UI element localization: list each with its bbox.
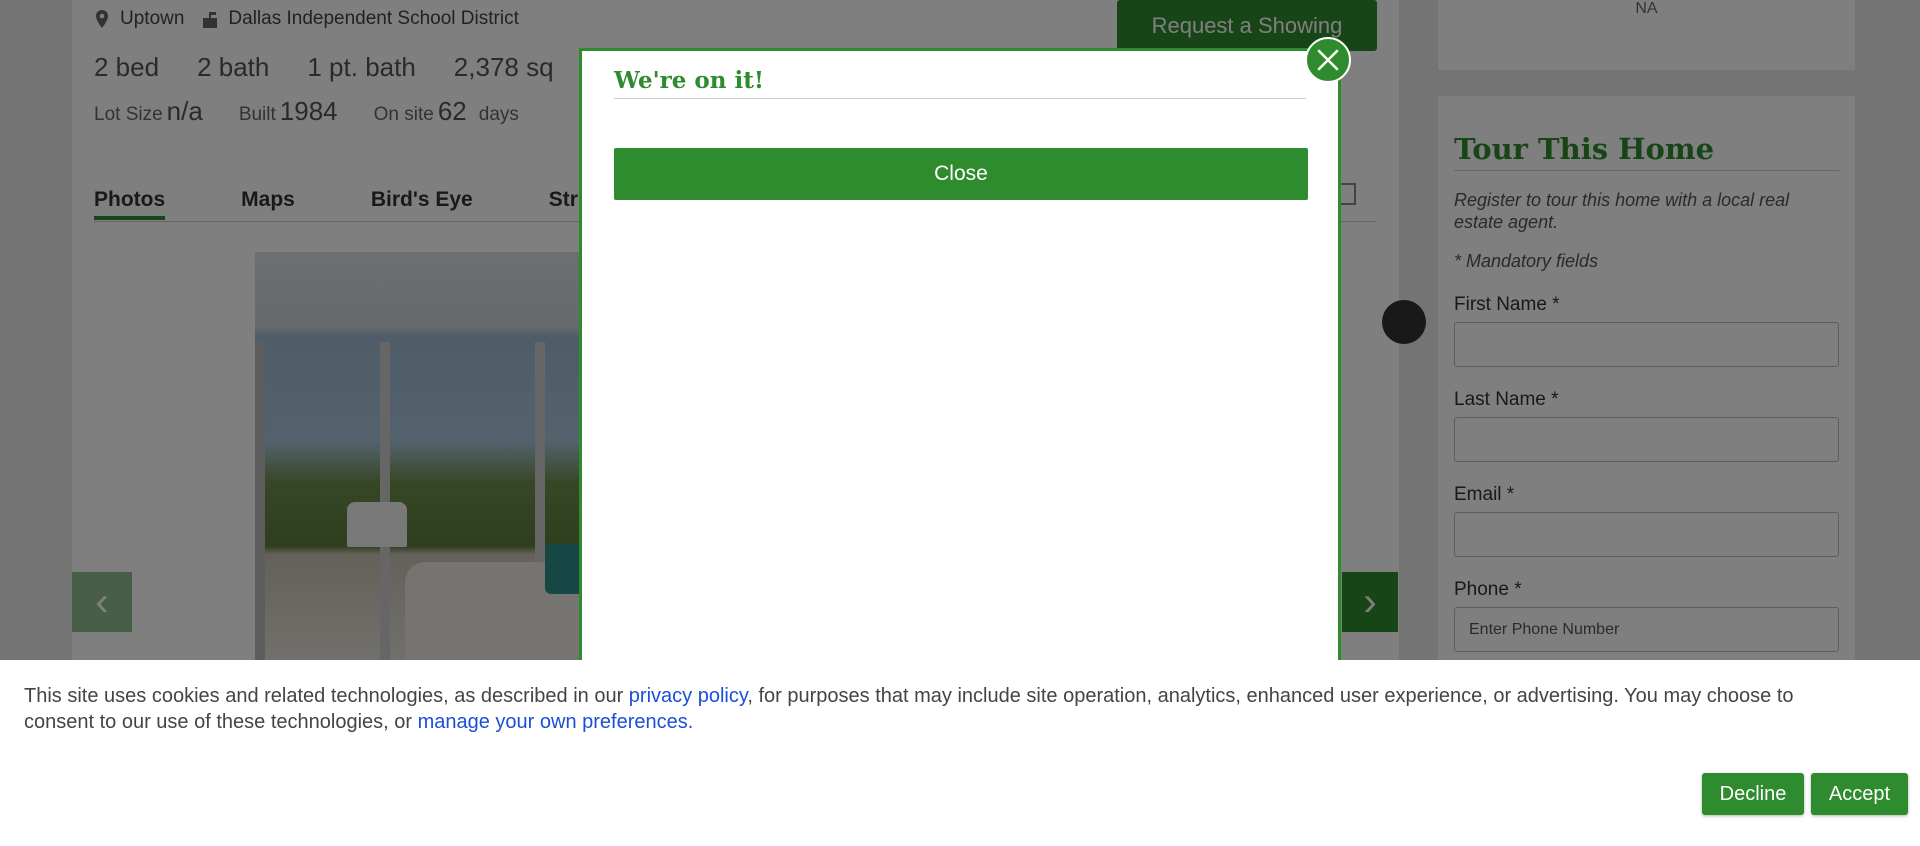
cookie-text-2: , for purposes that may include site ope… xyxy=(747,685,1794,707)
manage-preferences-link[interactable]: manage your own preferences. xyxy=(418,711,694,733)
close-icon[interactable] xyxy=(1305,37,1351,83)
privacy-policy-link[interactable]: privacy policy xyxy=(629,685,748,707)
cookie-text-1: This site uses cookies and related techn… xyxy=(24,685,629,707)
close-icon-glyph xyxy=(1317,49,1339,71)
cookie-message: This site uses cookies and related techn… xyxy=(24,683,1920,735)
cookie-consent-bar: This site uses cookies and related techn… xyxy=(0,660,1920,846)
confirmation-modal: We're on it! Close xyxy=(579,48,1341,668)
decline-button[interactable]: Decline xyxy=(1702,773,1804,815)
modal-title: We're on it! xyxy=(614,67,1306,99)
cookie-text-3: consent to our use of these technologies… xyxy=(24,711,418,733)
modal-close-button[interactable]: Close xyxy=(614,148,1308,200)
accept-button[interactable]: Accept xyxy=(1811,773,1908,815)
